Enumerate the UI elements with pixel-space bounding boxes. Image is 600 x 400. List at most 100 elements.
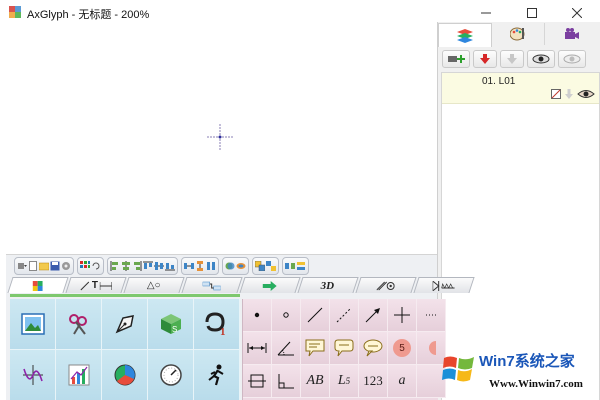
tool-callout-rect[interactable] <box>301 332 330 365</box>
tab-arrow-tools[interactable] <box>239 277 301 293</box>
tool-gauge[interactable] <box>148 350 194 400</box>
tool-angle[interactable] <box>272 332 301 365</box>
ungroup-button[interactable] <box>266 261 276 271</box>
tool-pen[interactable] <box>102 299 148 350</box>
layer-row[interactable]: 01. L01 <box>442 73 599 104</box>
tool-hollow-dot[interactable] <box>272 299 301 332</box>
settings-button[interactable] <box>61 261 71 271</box>
flip-h-button[interactable] <box>285 261 295 271</box>
hollow-dot-icon <box>283 312 289 318</box>
align-bottom-button[interactable] <box>165 261 175 271</box>
tab-color-tools[interactable] <box>7 277 69 293</box>
align-center-icon <box>122 261 130 271</box>
bring-front-button[interactable] <box>225 261 235 271</box>
align-left-button[interactable] <box>110 261 120 271</box>
hide-layer-button[interactable] <box>558 50 586 68</box>
tool-figure[interactable] <box>194 350 240 400</box>
group-button[interactable] <box>255 261 265 271</box>
tool-text-ab[interactable]: AB <box>301 365 330 398</box>
shapes-label: △○ <box>146 280 161 291</box>
menu-button[interactable] <box>17 261 27 271</box>
open-button[interactable] <box>39 261 49 271</box>
tool-dimension[interactable] <box>243 332 272 365</box>
flip-horizontal-icon <box>285 263 295 269</box>
palette-icon <box>510 27 525 41</box>
tool-chart[interactable] <box>56 350 102 400</box>
eye-icon <box>532 54 550 64</box>
flip-v-button[interactable] <box>296 261 306 271</box>
distribute-toolbar-group <box>181 257 219 275</box>
align-right-button[interactable] <box>132 261 142 271</box>
tool-bracket-box[interactable] <box>243 365 272 398</box>
arrow-down-gray-icon <box>507 54 517 64</box>
pen-nib-icon <box>115 315 134 334</box>
pie-chart-icon <box>114 364 135 386</box>
tab-shape-tools[interactable]: △○ <box>123 277 185 293</box>
tool-pie[interactable] <box>102 350 148 400</box>
group-toolbar-group <box>252 257 279 275</box>
new-button[interactable] <box>28 261 38 271</box>
partial-tool-icon <box>426 314 436 316</box>
refresh-button[interactable] <box>91 261 101 271</box>
tool-text-123[interactable]: 123 <box>359 365 388 398</box>
tool-dot[interactable] <box>243 299 272 332</box>
layer-move-icon[interactable] <box>564 89 574 99</box>
tool-callout-ellipse[interactable] <box>359 332 388 365</box>
tab-layers[interactable] <box>438 23 492 47</box>
distribute-h-button[interactable] <box>184 261 194 271</box>
grid-button[interactable] <box>80 261 90 271</box>
align-top-button[interactable] <box>143 261 153 271</box>
tool-3d-object[interactable]: S <box>148 299 194 350</box>
tab-circuit-tools[interactable] <box>413 277 475 293</box>
move-layer-down-button[interactable] <box>473 50 497 68</box>
layer-visible-eye-icon[interactable] <box>577 89 595 99</box>
drawing-canvas[interactable] <box>0 26 437 254</box>
scissors-paint-icon <box>68 314 87 335</box>
tab-connector-tools[interactable] <box>181 277 243 293</box>
tab-properties[interactable] <box>492 23 545 45</box>
dimension-icon <box>99 281 112 290</box>
distribute-v-button[interactable] <box>195 261 205 271</box>
svg-text:1: 1 <box>220 326 226 336</box>
align-toolbar-group <box>107 257 178 275</box>
send-back-button[interactable] <box>236 261 246 271</box>
tool-dashed-line[interactable] <box>330 299 359 332</box>
tool-image[interactable] <box>10 299 56 350</box>
add-layer-button[interactable] <box>442 50 470 68</box>
tool-text-a[interactable]: a <box>388 365 417 398</box>
tab-line-text-tools[interactable]: T <box>65 277 127 293</box>
save-button[interactable] <box>50 261 60 271</box>
layer-lock-icon[interactable] <box>551 89 561 99</box>
tool-function-plot[interactable] <box>10 350 56 400</box>
tab-view[interactable] <box>546 23 598 45</box>
align-center-button[interactable] <box>121 261 131 271</box>
same-size-icon <box>207 262 215 270</box>
same-size-button[interactable] <box>206 261 216 271</box>
tab-pattern-tools[interactable] <box>355 277 417 293</box>
tool-more-1[interactable] <box>417 299 446 332</box>
move-layer-bottom-button[interactable] <box>500 50 524 68</box>
tool-arrow-line[interactable] <box>359 299 388 332</box>
text-l-subscript: 5 <box>345 376 351 386</box>
file-toolbar-group <box>14 257 74 275</box>
tab-3d-tools[interactable]: 3D <box>297 277 359 293</box>
grid-icon <box>80 261 90 268</box>
tool-right-angle[interactable] <box>272 365 301 398</box>
layers-icon <box>457 28 473 43</box>
add-layer-icon <box>448 55 465 63</box>
side-panel-tabs <box>438 22 600 47</box>
tool-clip[interactable] <box>56 299 102 350</box>
tool-text-subscript[interactable]: L5 <box>330 365 359 398</box>
arrow-right-green-icon <box>262 280 277 291</box>
align-right-icon <box>134 261 142 271</box>
align-middle-button[interactable] <box>154 261 164 271</box>
tool-line[interactable] <box>301 299 330 332</box>
chart-icon <box>68 364 89 386</box>
tool-cross[interactable] <box>388 299 417 332</box>
grid-toolbar-group <box>77 257 104 275</box>
tool-callout-round[interactable] <box>330 332 359 365</box>
function-plot-icon <box>22 365 43 385</box>
tool-number-badge[interactable]: 5 <box>388 332 417 365</box>
show-layer-button[interactable] <box>527 50 555 68</box>
tool-symbol[interactable]: 1 <box>194 299 240 350</box>
